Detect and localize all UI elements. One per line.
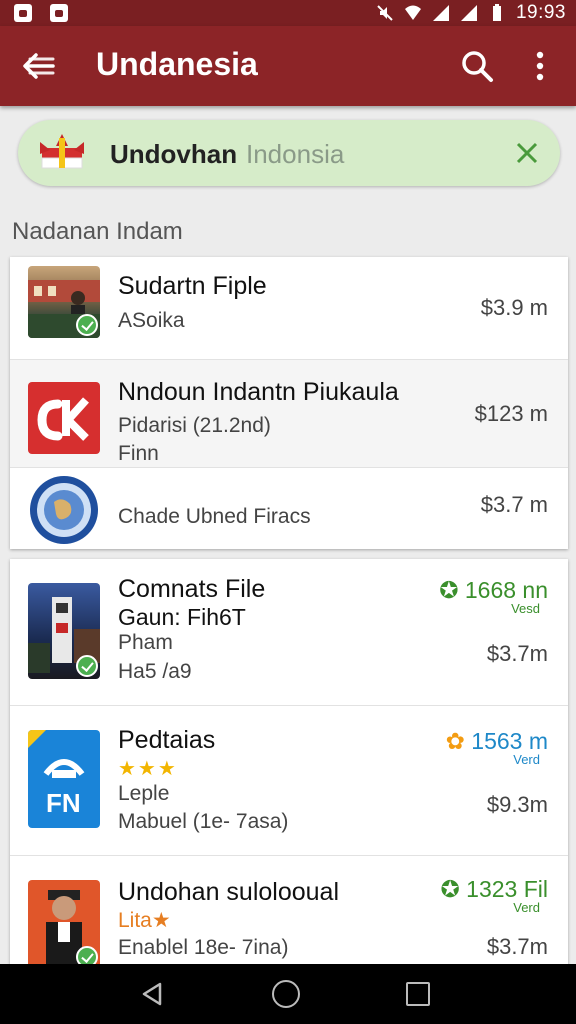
listing-price: $3.7 m: [480, 492, 548, 517]
listing-price: $9.3m: [486, 792, 548, 817]
nav-home-icon[interactable]: [272, 980, 300, 1008]
rating-label: Vesd: [511, 601, 540, 616]
logo-text: FN: [46, 788, 81, 818]
listing-seal: [28, 474, 100, 546]
signal-icon: [432, 5, 449, 21]
listing-title: Sudartn Fiple: [118, 272, 267, 300]
listing-price: $3.7m: [486, 641, 548, 666]
listing-thumbnail: [28, 880, 100, 970]
listing-subtitle: Gaun: Fih6T: [118, 604, 246, 630]
app-notification-icon: [50, 4, 68, 22]
list-item[interactable]: Undohan sulolooual Lita★ Enablel 18e- 7i…: [10, 856, 568, 979]
list-item[interactable]: Sudartn Fiple ASoika $3.9 m: [10, 257, 568, 360]
list-item[interactable]: Chade Ubned Firacs $3.7 m: [10, 468, 568, 549]
chip-label-bold: Undovhan: [110, 139, 238, 169]
listing-detail: Leple: [118, 782, 170, 805]
listing-title: Nndoun Indantn Piukaula: [118, 378, 399, 406]
rating-value: 1668 nn: [464, 577, 548, 603]
listing-thumbnail: [28, 583, 100, 679]
system-nav-bar: [0, 964, 576, 1024]
verified-badge-icon: [76, 314, 98, 336]
listing-price: $3.9 m: [480, 295, 548, 320]
listing-card-2: Comnats File Gaun: Fih6T Pham Ha5 /a9 ✪ …: [10, 559, 568, 979]
nav-recents-icon[interactable]: [406, 982, 430, 1006]
star-rating: ★★★: [118, 758, 178, 780]
listing-meta: Ha5 /a9: [118, 660, 192, 683]
listing-title: Pedtaias: [118, 726, 216, 754]
lock-notification-icon: [14, 4, 32, 22]
listing-subtitle: Pidarisi (21.2nd): [118, 414, 271, 437]
verified-badge-icon: [76, 655, 98, 677]
back-arrow-icon[interactable]: [22, 50, 56, 82]
globe-seal-icon: [30, 476, 98, 544]
battery-icon: [492, 4, 501, 21]
ck-logo-icon: [37, 397, 89, 441]
nav-back-icon[interactable]: [140, 982, 164, 1006]
listing-meta: Enablel 18e- 7ina): [118, 936, 289, 959]
listing-detail: Finn: [118, 442, 159, 465]
listing-title: Comnats File: [118, 575, 266, 603]
listing-title: Undohan sulolooual: [118, 878, 340, 906]
listing-rating: ✪ 1668 nn: [439, 577, 548, 604]
listing-rating: ✪ 1323 Fil: [441, 876, 549, 903]
rating-label: Verd: [513, 900, 540, 915]
rating-label: Verd: [513, 752, 540, 767]
close-icon[interactable]: [516, 142, 538, 164]
page-title: Undanesia: [96, 46, 258, 82]
listing-logo: [28, 382, 100, 454]
rating-value: 1563 m: [471, 728, 548, 754]
more-options-icon[interactable]: [526, 50, 554, 82]
listing-thumbnail: [28, 266, 100, 338]
section-header: Nadanan Indam: [12, 218, 183, 245]
wifi-icon: [404, 5, 421, 20]
listing-logo: FN: [28, 730, 100, 828]
listing-price: $3.7m: [486, 934, 548, 959]
search-icon[interactable]: [460, 49, 494, 83]
list-item[interactable]: Comnats File Gaun: Fih6T Pham Ha5 /a9 ✪ …: [10, 559, 568, 706]
listing-rating: ✿ 1563 m: [446, 728, 548, 755]
filter-chip[interactable]: Undovhan Indonsia: [18, 120, 560, 186]
list-item[interactable]: Nndoun Indantn Piukaula Pidarisi (21.2nd…: [10, 360, 568, 468]
clock: 19:93: [515, 2, 566, 23]
chip-label-light: Indonsia: [246, 139, 345, 169]
listing-meta: Mabuel (1e- 7asa): [118, 810, 289, 833]
indonesia-emblem-icon: [40, 134, 84, 169]
signal-icon-2: [460, 5, 477, 21]
listing-tag: Lita★: [118, 909, 171, 932]
app-bar: Undanesia: [0, 26, 576, 106]
verified-check-icon: ✪: [439, 577, 459, 603]
status-bar: 19:93: [0, 0, 576, 26]
listing-price: $123 m: [474, 401, 548, 426]
flower-icon: ✿: [445, 728, 465, 754]
listing-detail: Pham: [118, 631, 173, 654]
list-item[interactable]: FN Pedtaias ★★★ Leple Mabuel (1e- 7asa) …: [10, 706, 568, 856]
rating-value: 1323 Fil: [466, 876, 548, 902]
mute-icon: [377, 5, 393, 21]
verified-check-icon: ✪: [440, 876, 460, 902]
listing-subtitle: Chade Ubned Firacs: [118, 505, 311, 528]
listing-subtitle: ASoika: [118, 309, 185, 332]
listing-card-1: Sudartn Fiple ASoika $3.9 m Nndoun Indan…: [10, 257, 568, 549]
